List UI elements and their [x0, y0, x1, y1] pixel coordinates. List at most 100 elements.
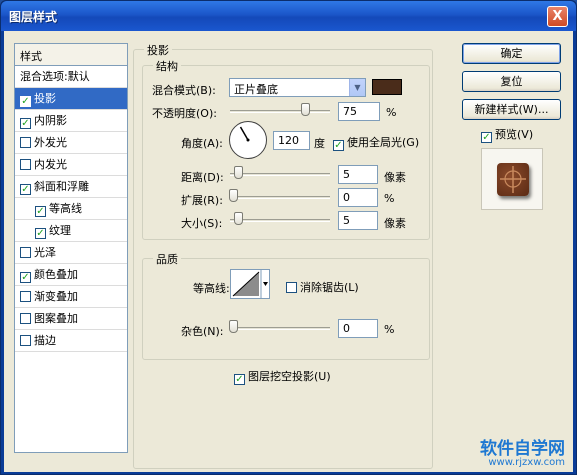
- style-preview-thumbnail: [481, 148, 543, 210]
- blend-mode-select[interactable]: 正片叠底 ▼: [229, 78, 366, 97]
- opacity-input[interactable]: 75: [338, 102, 380, 121]
- structure-group: 结构 混合模式(B): 正片叠底 ▼ 不透明度(O): 75 % 角度(A):: [142, 58, 430, 240]
- distance-input[interactable]: 5: [338, 165, 378, 184]
- shadow-color-swatch[interactable]: [372, 79, 402, 95]
- checkbox-box[interactable]: [20, 291, 31, 302]
- checkbox-box[interactable]: [20, 159, 31, 170]
- style-list-header: 样式: [15, 44, 127, 66]
- style-list-item[interactable]: 光泽: [15, 242, 127, 264]
- checkbox-box[interactable]: [20, 313, 31, 324]
- check-icon[interactable]: ✓: [20, 96, 31, 107]
- style-list-item[interactable]: 内发光: [15, 154, 127, 176]
- anti-alias-label: 消除锯齿(L): [300, 281, 359, 294]
- distance-slider-thumb[interactable]: [234, 166, 243, 179]
- noise-slider[interactable]: [230, 327, 330, 330]
- style-list-item-label: 斜面和浮雕: [34, 180, 89, 193]
- style-list-item[interactable]: ✓ 内阴影: [15, 110, 127, 132]
- size-label: 大小(S):: [181, 217, 223, 230]
- distance-slider[interactable]: [230, 173, 330, 176]
- watermark-brand: 软件自学网: [480, 439, 565, 459]
- dialog-client-area: 样式 混合选项:默认 ✓ 投影 ✓ 内阴影 外发光 内发光 ✓ 斜面和浮雕 ✓ 等高线 ✓ 纹理 光泽 ✓…: [4, 31, 573, 472]
- style-list-item[interactable]: 渐变叠加: [15, 286, 127, 308]
- blend-options-item[interactable]: 混合选项:默认: [15, 66, 127, 88]
- style-list-item-label: 等高线: [49, 202, 82, 215]
- new-style-button[interactable]: 新建样式(W)...: [462, 99, 561, 120]
- noise-unit: %: [384, 323, 395, 336]
- opacity-slider-thumb[interactable]: [301, 103, 310, 116]
- noise-input[interactable]: 0: [338, 319, 378, 338]
- anti-alias-checkbox[interactable]: 消除锯齿(L): [286, 279, 359, 295]
- opacity-slider[interactable]: [230, 110, 330, 113]
- title-bar[interactable]: 图层样式 X: [1, 1, 576, 31]
- preview-label: 预览(V): [495, 128, 534, 141]
- layer-style-dialog: 图层样式 X 样式 混合选项:默认 ✓ 投影 ✓ 内阴影 外发光 内发光 ✓ 斜面和浮雕 ✓ 等高…: [0, 0, 577, 475]
- contour-picker[interactable]: [230, 269, 270, 299]
- style-list-item-label: 渐变叠加: [34, 290, 78, 303]
- check-icon[interactable]: ✓: [20, 272, 31, 283]
- global-light-checkbox[interactable]: ✓ 使用全局光(G): [333, 134, 419, 151]
- preview-checkbox[interactable]: ✓ 预览(V): [481, 126, 533, 143]
- style-list-item[interactable]: 描边: [15, 330, 127, 352]
- reset-button[interactable]: 复位: [462, 71, 561, 92]
- style-list-item[interactable]: ✓ 等高线: [15, 198, 127, 220]
- check-icon[interactable]: ✓: [35, 206, 46, 217]
- checkbox-box: [286, 282, 297, 293]
- check-icon[interactable]: ✓: [20, 118, 31, 129]
- checkbox-box[interactable]: [20, 335, 31, 346]
- style-list-item-label: 纹理: [49, 224, 71, 237]
- style-list-item-label: 内发光: [34, 158, 67, 171]
- drop-shadow-panel: 投影 结构 混合模式(B): 正片叠底 ▼ 不透明度(O): 75 % 角度(A…: [133, 42, 433, 469]
- checkbox-box[interactable]: [20, 247, 31, 258]
- spread-unit: %: [384, 192, 395, 205]
- style-list-item[interactable]: ✓ 斜面和浮雕: [15, 176, 127, 198]
- style-list-item[interactable]: 图案叠加: [15, 308, 127, 330]
- blend-mode-label: 混合模式(B):: [152, 84, 216, 97]
- spread-slider[interactable]: [230, 196, 330, 199]
- ok-button[interactable]: 确定: [462, 43, 561, 64]
- preview-tile-icon: [500, 166, 526, 193]
- site-watermark: 软件自学网 www.rjzxw.com: [480, 434, 565, 468]
- style-list-item-label: 内阴影: [34, 114, 67, 127]
- preview-tile-image: [497, 163, 529, 196]
- noise-slider-thumb[interactable]: [229, 320, 238, 333]
- angle-dial-icon: [239, 126, 250, 142]
- quality-title: 品质: [153, 251, 181, 267]
- spread-slider-thumb[interactable]: [229, 189, 238, 202]
- opacity-label: 不透明度(O):: [152, 107, 217, 120]
- angle-label: 角度(A):: [181, 137, 223, 150]
- check-icon: ✓: [333, 140, 344, 151]
- style-list-item-label: 图案叠加: [34, 312, 78, 325]
- style-list-item-label: 光泽: [34, 246, 56, 259]
- check-icon[interactable]: ✓: [35, 228, 46, 239]
- size-unit: 像素: [384, 217, 406, 230]
- contour-label: 等高线:: [193, 282, 230, 295]
- check-icon[interactable]: ✓: [20, 184, 31, 195]
- checkbox-box[interactable]: [20, 137, 31, 148]
- angle-unit: 度: [314, 137, 325, 150]
- check-icon: ✓: [234, 374, 245, 385]
- style-list-item-label: 投影: [34, 92, 56, 105]
- knockout-checkbox[interactable]: ✓ 图层挖空投影(U): [234, 368, 331, 385]
- spread-input[interactable]: 0: [338, 188, 378, 207]
- style-list-item[interactable]: 外发光: [15, 132, 127, 154]
- size-slider[interactable]: [230, 219, 330, 222]
- style-list-item[interactable]: ✓ 颜色叠加: [15, 264, 127, 286]
- distance-unit: 像素: [384, 171, 406, 184]
- style-list-item[interactable]: ✓ 投影: [15, 88, 127, 110]
- angle-input[interactable]: 120: [273, 131, 310, 150]
- drop-shadow-title: 投影: [144, 42, 172, 58]
- window-title: 图层样式: [9, 10, 58, 24]
- structure-title: 结构: [153, 58, 181, 74]
- close-button[interactable]: X: [547, 6, 568, 27]
- close-icon: X: [552, 9, 563, 24]
- blend-mode-value: 正片叠底: [234, 83, 278, 96]
- style-list-item[interactable]: ✓ 纹理: [15, 220, 127, 242]
- angle-dial[interactable]: [229, 121, 267, 159]
- size-slider-thumb[interactable]: [234, 212, 243, 225]
- check-icon: ✓: [481, 132, 492, 143]
- noise-label: 杂色(N):: [181, 325, 224, 338]
- size-input[interactable]: 5: [338, 211, 378, 230]
- style-list: 样式 混合选项:默认 ✓ 投影 ✓ 内阴影 外发光 内发光 ✓ 斜面和浮雕 ✓ 等高线 ✓ 纹理 光泽 ✓…: [14, 43, 128, 453]
- watermark-url: www.rjzxw.com: [488, 457, 565, 468]
- style-list-item-label: 颜色叠加: [34, 268, 78, 281]
